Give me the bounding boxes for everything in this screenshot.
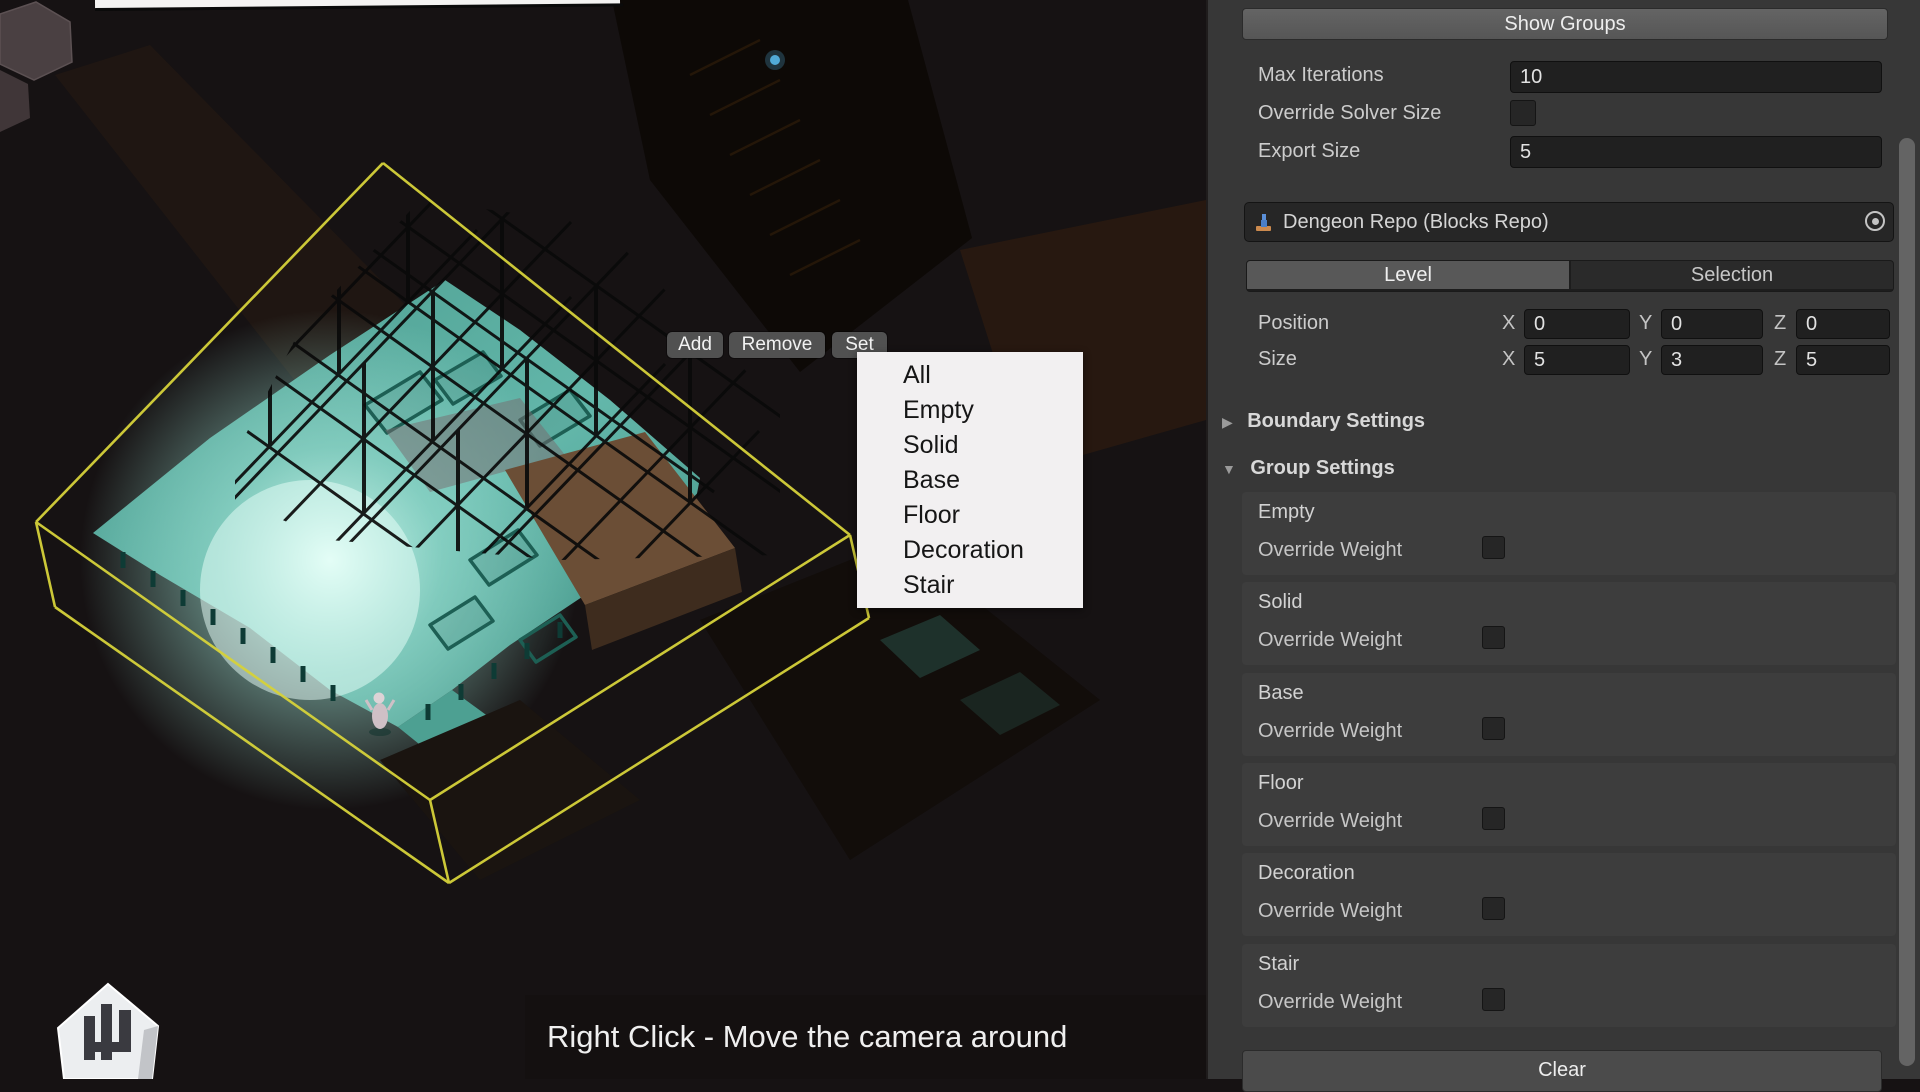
remove-button[interactable]: Remove xyxy=(729,332,825,358)
axis-x-label: X xyxy=(1502,312,1516,334)
size-y-field[interactable]: 3 xyxy=(1661,345,1763,375)
export-size-label: Export Size xyxy=(1258,140,1361,162)
group-section-solid: Solid Override Weight xyxy=(1242,582,1896,665)
repo-field-label: Dengeon Repo (Blocks Repo) xyxy=(1283,210,1549,233)
menu-item-solid[interactable]: Solid xyxy=(857,428,1083,463)
group-settings-foldout[interactable]: ▼ Group Settings xyxy=(1222,457,1395,480)
axis-y-label: Y xyxy=(1639,312,1653,334)
blue-glint xyxy=(765,50,785,70)
override-weight-label: Override Weight xyxy=(1258,629,1403,651)
position-z-field[interactable]: 0 xyxy=(1796,309,1890,339)
axis-z-label: Z xyxy=(1774,348,1787,370)
group-settings-label: Group Settings xyxy=(1250,457,1395,479)
group-name: Floor xyxy=(1258,772,1304,794)
scene-viewport[interactable]: Add Remove Set All Empty Solid Base Floo… xyxy=(0,0,1206,1079)
override-weight-label: Override Weight xyxy=(1258,720,1403,742)
panel-scrollbar-thumb[interactable] xyxy=(1899,138,1915,1066)
max-iterations-field[interactable]: 10 xyxy=(1510,61,1882,93)
inspector-panel: Show Groups Max Iterations 10 Override S… xyxy=(1206,0,1920,1092)
position-y-field[interactable]: 0 xyxy=(1661,309,1763,339)
axis-y-label: Y xyxy=(1639,348,1653,370)
repo-object-field[interactable]: Dengeon Repo (Blocks Repo) xyxy=(1244,202,1894,242)
group-name: Base xyxy=(1258,682,1304,704)
tab-selection[interactable]: Selection xyxy=(1571,261,1893,289)
group-section-empty: Empty Override Weight xyxy=(1242,492,1896,575)
boundary-settings-foldout[interactable]: ▶ Boundary Settings xyxy=(1222,410,1425,433)
tab-level[interactable]: Level xyxy=(1247,261,1569,289)
override-weight-label: Override Weight xyxy=(1258,900,1403,922)
menu-item-floor[interactable]: Floor xyxy=(857,498,1083,533)
asset-icon xyxy=(1256,214,1271,231)
axis-z-label: Z xyxy=(1774,312,1787,334)
group-name: Stair xyxy=(1258,953,1300,975)
override-solver-size-checkbox[interactable] xyxy=(1510,100,1536,126)
menu-item-all[interactable]: All xyxy=(857,358,1083,393)
override-weight-checkbox[interactable] xyxy=(1482,626,1505,649)
override-weight-checkbox[interactable] xyxy=(1482,897,1505,920)
menu-item-empty[interactable]: Empty xyxy=(857,393,1083,428)
group-section-base: Base Override Weight xyxy=(1242,673,1896,756)
object-picker-icon[interactable] xyxy=(1865,211,1885,231)
menu-item-decoration[interactable]: Decoration xyxy=(857,533,1083,568)
axis-x-label: X xyxy=(1502,348,1516,370)
size-x-field[interactable]: 5 xyxy=(1524,345,1630,375)
group-section-decoration: Decoration Override Weight xyxy=(1242,853,1896,936)
max-iterations-label: Max Iterations xyxy=(1258,64,1384,86)
override-solver-size-label: Override Solver Size xyxy=(1258,102,1442,124)
position-x-field[interactable]: 0 xyxy=(1524,309,1630,339)
boundary-settings-label: Boundary Settings xyxy=(1247,410,1426,432)
size-z-field[interactable]: 5 xyxy=(1796,345,1890,375)
menu-item-base[interactable]: Base xyxy=(857,463,1083,498)
group-name: Decoration xyxy=(1258,862,1355,884)
group-section-stair: Stair Override Weight xyxy=(1242,944,1896,1027)
chevron-down-icon: ▼ xyxy=(1222,461,1236,477)
set-context-menu: All Empty Solid Base Floor Decoration St… xyxy=(857,352,1083,608)
override-weight-label: Override Weight xyxy=(1258,539,1403,561)
mode-tabbar: Level Selection xyxy=(1246,260,1894,292)
add-button[interactable]: Add xyxy=(667,332,723,358)
group-section-floor: Floor Override Weight xyxy=(1242,763,1896,846)
camera-hint-text: Right Click - Move the camera around xyxy=(547,1019,1068,1054)
export-size-field[interactable]: 5 xyxy=(1510,136,1882,168)
group-name: Solid xyxy=(1258,591,1303,613)
override-weight-label: Override Weight xyxy=(1258,810,1403,832)
override-weight-checkbox[interactable] xyxy=(1482,717,1505,740)
override-weight-checkbox[interactable] xyxy=(1482,988,1505,1011)
override-weight-checkbox[interactable] xyxy=(1482,536,1505,559)
show-groups-button[interactable]: Show Groups xyxy=(1242,8,1888,40)
size-label: Size xyxy=(1258,348,1297,370)
override-weight-label: Override Weight xyxy=(1258,991,1403,1013)
chevron-right-icon: ▶ xyxy=(1222,414,1233,430)
override-weight-checkbox[interactable] xyxy=(1482,807,1505,830)
position-label: Position xyxy=(1258,312,1330,334)
camera-hint-overlay: Right Click - Move the camera around xyxy=(525,995,1206,1079)
group-name: Empty xyxy=(1258,501,1315,523)
menu-item-stair[interactable]: Stair xyxy=(857,568,1083,603)
clear-button[interactable]: Clear xyxy=(1242,1050,1882,1092)
